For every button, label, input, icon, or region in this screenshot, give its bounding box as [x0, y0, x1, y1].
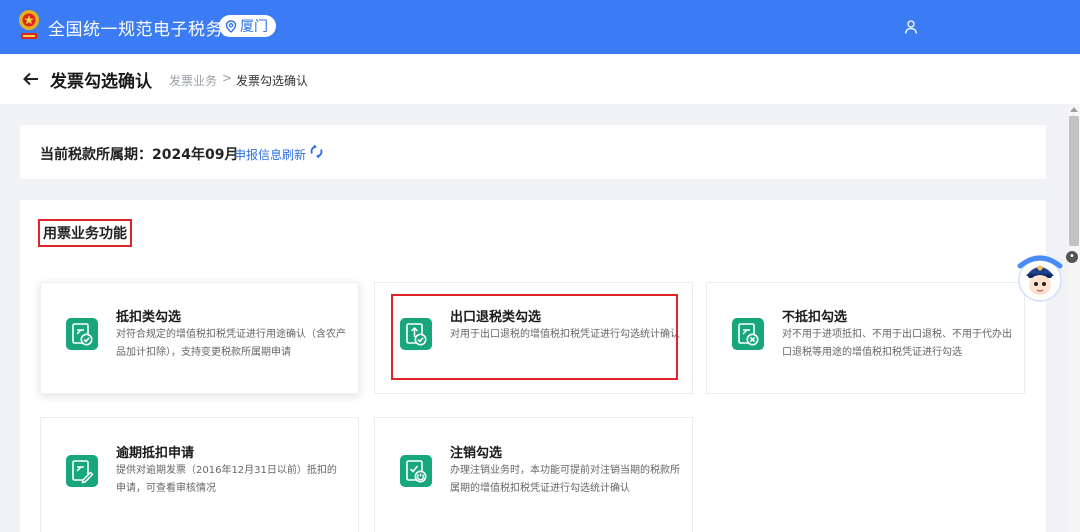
- page-scrollbar[interactable]: [1068, 104, 1080, 532]
- back-arrow-icon[interactable]: [22, 70, 40, 88]
- card-cancellation-selection[interactable]: 注销勾选 办理注销业务时，本功能可提前对注销当期的税款所属期的增值税扣税凭证进行…: [374, 417, 693, 532]
- breadcrumb-item-current: 发票勾选确认: [236, 74, 309, 88]
- city-selector[interactable]: 厦门: [219, 15, 276, 37]
- scroll-up-arrow-icon[interactable]: [1070, 107, 1078, 112]
- top-bar: 全国统一规范电子税务局 厦门: [0, 0, 1080, 54]
- city-name: 厦门: [240, 19, 268, 35]
- card-overdue-deduction-application[interactable]: 逾期抵扣申请 提供对逾期发票（2016年12月31日以前）抵扣的申请，可查看审核…: [40, 417, 359, 532]
- tax-period-label: 当前税款所属期：2024年09月: [40, 147, 239, 163]
- cancellation-check-icon: [400, 455, 432, 487]
- tax-assistant-mascot-icon[interactable]: [1014, 252, 1066, 304]
- scroll-thumb[interactable]: [1069, 116, 1079, 246]
- card-non-deduction-selection[interactable]: 不抵扣勾选 对不用于进项抵扣、不用于出口退税、不用于代办出口退税等用途的增值税扣…: [706, 282, 1025, 394]
- card-description: 对符合规定的增值税扣税凭证进行用途确认（含农产品加计扣除），支持变更税款所属期申…: [116, 329, 346, 358]
- card-title: 逾期抵扣申请: [116, 446, 195, 461]
- non-deduction-icon: [732, 318, 764, 350]
- highlight-box: [391, 294, 678, 380]
- user-icon[interactable]: [903, 19, 919, 35]
- card-title: 注销勾选: [450, 446, 503, 461]
- card-description: 对不用于进项抵扣、不用于出口退税、不用于代办出口退税等用途的增值税扣税凭证进行勾…: [782, 329, 1012, 358]
- deduction-check-icon: [66, 318, 98, 350]
- refresh-declaration-link[interactable]: 申报信息刷新: [234, 146, 306, 163]
- overdue-deduction-icon: [66, 455, 98, 487]
- card-title: 不抵扣勾选: [782, 310, 848, 325]
- location-pin-icon: [225, 19, 237, 33]
- refresh-icon[interactable]: [309, 144, 324, 159]
- tax-period-panel: 当前税款所属期：2024年09月 申报信息刷新: [20, 125, 1046, 179]
- card-title: 抵扣类勾选: [116, 310, 182, 325]
- card-description: 提供对逾期发票（2016年12月31日以前）抵扣的申请，可查看审核情况: [116, 465, 337, 494]
- section-title: 用票业务功能: [38, 219, 132, 247]
- site-title: 全国统一规范电子税务局: [48, 20, 241, 40]
- breadcrumb-separator: >: [222, 71, 233, 85]
- national-emblem-icon: [19, 10, 39, 39]
- card-deduction-selection[interactable]: 抵扣类勾选 对符合规定的增值税扣税凭证进行用途确认（含农产品加计扣除），支持变更…: [40, 282, 359, 394]
- card-description: 办理注销业务时，本功能可提前对注销当期的税款所属期的增值税扣税凭证进行勾选统计确…: [450, 465, 680, 494]
- close-assistant-icon[interactable]: •: [1066, 251, 1078, 263]
- page-header: 发票勾选确认 发票业务 > 发票勾选确认: [0, 54, 1080, 104]
- breadcrumb-item-invoice-business[interactable]: 发票业务: [169, 72, 217, 89]
- page-title: 发票勾选确认: [50, 72, 152, 92]
